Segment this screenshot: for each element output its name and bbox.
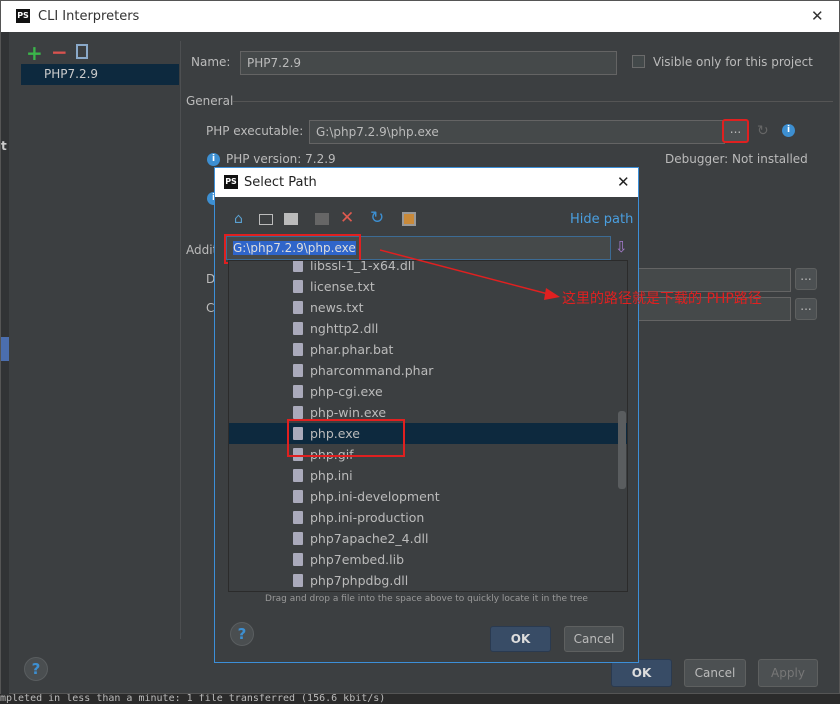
annotation-arrow [379, 249, 560, 300]
annotation-text: 这里的路径就是下载的 PHP路径 [562, 291, 762, 307]
